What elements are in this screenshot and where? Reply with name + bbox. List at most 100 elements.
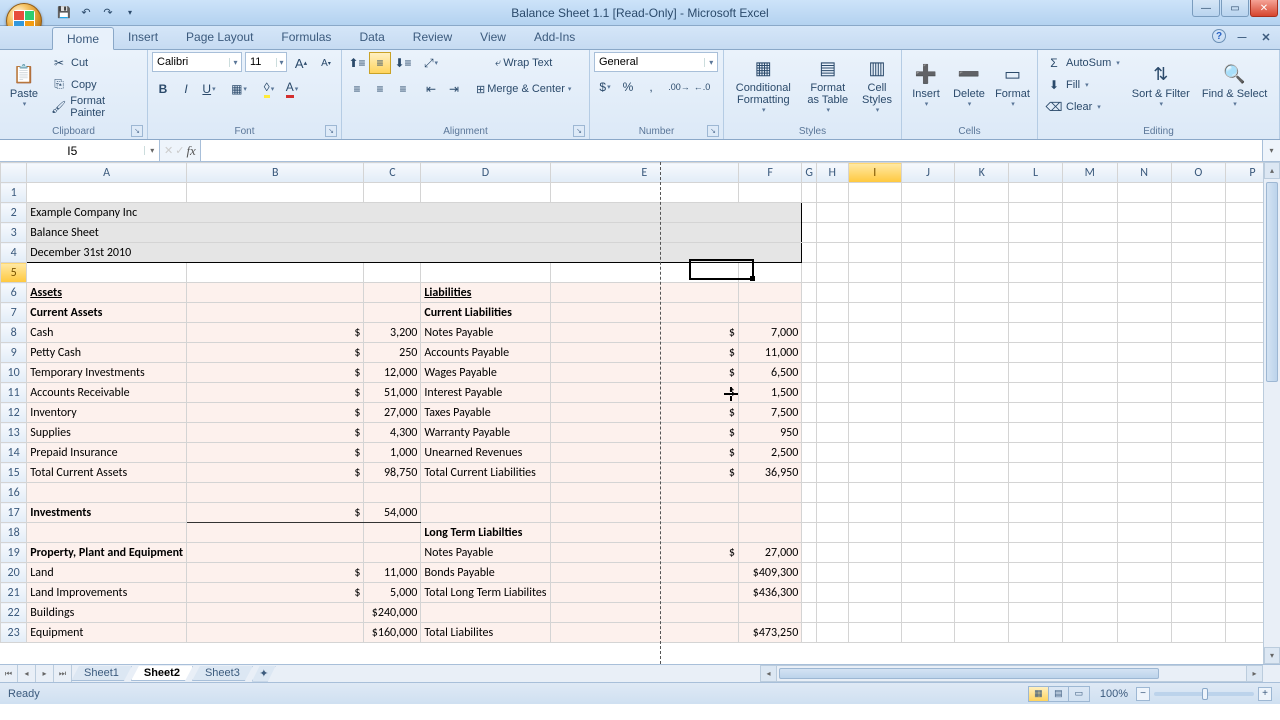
- cell[interactable]: [738, 523, 801, 543]
- help-icon[interactable]: ?: [1212, 29, 1226, 43]
- col-header-N[interactable]: N: [1117, 163, 1171, 183]
- cell[interactable]: [848, 183, 901, 203]
- cell[interactable]: [901, 623, 954, 643]
- cell[interactable]: 1,000: [364, 443, 421, 463]
- cell[interactable]: [802, 383, 817, 403]
- cell[interactable]: [901, 343, 954, 363]
- cell[interactable]: [901, 403, 954, 423]
- cell[interactable]: [1062, 183, 1117, 203]
- cell[interactable]: [738, 503, 801, 523]
- zoom-in-icon[interactable]: +: [1258, 687, 1272, 701]
- cell[interactable]: [738, 263, 801, 283]
- normal-view-icon[interactable]: ▦: [1029, 687, 1049, 701]
- cell[interactable]: [802, 623, 817, 643]
- cell[interactable]: [802, 363, 817, 383]
- minimize-ribbon-icon[interactable]: —: [1234, 29, 1250, 45]
- name-box-input[interactable]: [0, 144, 144, 158]
- cell[interactable]: [1009, 243, 1063, 263]
- cell[interactable]: [802, 463, 817, 483]
- insert-function-icon[interactable]: fx: [186, 143, 195, 159]
- decrease-decimal-icon[interactable]: ←.0: [691, 76, 713, 98]
- cell[interactable]: [1062, 203, 1117, 223]
- cell[interactable]: [550, 563, 738, 583]
- cell[interactable]: $436,300: [738, 583, 801, 603]
- cell[interactable]: [550, 483, 738, 503]
- cell[interactable]: [816, 383, 848, 403]
- percent-format-icon[interactable]: %: [617, 76, 639, 98]
- zoom-thumb[interactable]: [1202, 688, 1208, 700]
- cell[interactable]: [187, 543, 364, 563]
- cell[interactable]: [901, 483, 954, 503]
- qat-customize-icon[interactable]: ▾: [120, 3, 140, 23]
- cell[interactable]: [1171, 303, 1225, 323]
- cell[interactable]: [1171, 263, 1225, 283]
- cell[interactable]: [364, 483, 421, 503]
- cell[interactable]: $: [187, 583, 364, 603]
- cell[interactable]: 950: [738, 423, 801, 443]
- cell[interactable]: [1171, 443, 1225, 463]
- cell[interactable]: [1009, 523, 1063, 543]
- cell[interactable]: [187, 523, 364, 543]
- scroll-right-icon[interactable]: ▸: [1246, 665, 1263, 682]
- tab-view[interactable]: View: [466, 26, 520, 49]
- row-header-1[interactable]: 1: [1, 183, 27, 203]
- cell[interactable]: [1117, 583, 1171, 603]
- cell[interactable]: [1062, 583, 1117, 603]
- cell[interactable]: [901, 503, 954, 523]
- cell[interactable]: [816, 323, 848, 343]
- cell[interactable]: [901, 423, 954, 443]
- vertical-scrollbar[interactable]: ▴ ▾: [1263, 162, 1280, 664]
- cell[interactable]: [901, 603, 954, 623]
- cell[interactable]: 1,500: [738, 383, 801, 403]
- cell[interactable]: [1062, 263, 1117, 283]
- row-header-18[interactable]: 18: [1, 523, 27, 543]
- merge-center-button[interactable]: ⊞Merge & Center▾: [471, 78, 576, 100]
- cell[interactable]: $240,000: [364, 603, 421, 623]
- cell[interactable]: [848, 383, 901, 403]
- cell[interactable]: $473,250: [738, 623, 801, 643]
- cell[interactable]: [955, 503, 1009, 523]
- cell[interactable]: [1171, 503, 1225, 523]
- number-format-input[interactable]: [595, 56, 704, 68]
- cell[interactable]: 51,000: [364, 383, 421, 403]
- expand-formula-bar-icon[interactable]: ▾: [1262, 140, 1280, 161]
- cell[interactable]: [1171, 403, 1225, 423]
- increase-indent-icon[interactable]: ⇥: [443, 78, 465, 100]
- cell[interactable]: 2,500: [738, 443, 801, 463]
- cell[interactable]: [364, 263, 421, 283]
- cancel-formula-icon[interactable]: ✕: [164, 144, 173, 157]
- cell[interactable]: [1171, 603, 1225, 623]
- italic-icon[interactable]: I: [175, 78, 197, 100]
- font-size-input[interactable]: [246, 56, 276, 68]
- tab-data[interactable]: Data: [345, 26, 398, 49]
- cell[interactable]: [955, 543, 1009, 563]
- cell[interactable]: $: [187, 563, 364, 583]
- cell[interactable]: [1062, 243, 1117, 263]
- horizontal-scroll-thumb[interactable]: [779, 668, 1159, 679]
- cell[interactable]: [550, 303, 738, 323]
- cell[interactable]: [1171, 623, 1225, 643]
- cell[interactable]: Supplies: [27, 423, 187, 443]
- underline-icon[interactable]: U▾: [198, 78, 220, 100]
- cell[interactable]: [1117, 463, 1171, 483]
- cell[interactable]: [1062, 503, 1117, 523]
- cell[interactable]: [802, 223, 817, 243]
- cell[interactable]: [901, 543, 954, 563]
- cell[interactable]: Accounts Receivable: [27, 383, 187, 403]
- cell[interactable]: [1009, 443, 1063, 463]
- sheet-tab-sheet1[interactable]: Sheet1: [71, 666, 132, 681]
- cell[interactable]: [802, 243, 817, 263]
- cell[interactable]: [1009, 303, 1063, 323]
- cell[interactable]: $: [550, 343, 738, 363]
- cell[interactable]: [1117, 403, 1171, 423]
- cell[interactable]: [1062, 563, 1117, 583]
- cell[interactable]: [1117, 503, 1171, 523]
- cell[interactable]: [848, 463, 901, 483]
- cell[interactable]: [955, 583, 1009, 603]
- horizontal-scrollbar[interactable]: ◂ ▸: [760, 665, 1263, 682]
- cell[interactable]: [848, 583, 901, 603]
- row-header-6[interactable]: 6: [1, 283, 27, 303]
- col-header-L[interactable]: L: [1009, 163, 1063, 183]
- cell[interactable]: [901, 583, 954, 603]
- cell[interactable]: [1171, 203, 1225, 223]
